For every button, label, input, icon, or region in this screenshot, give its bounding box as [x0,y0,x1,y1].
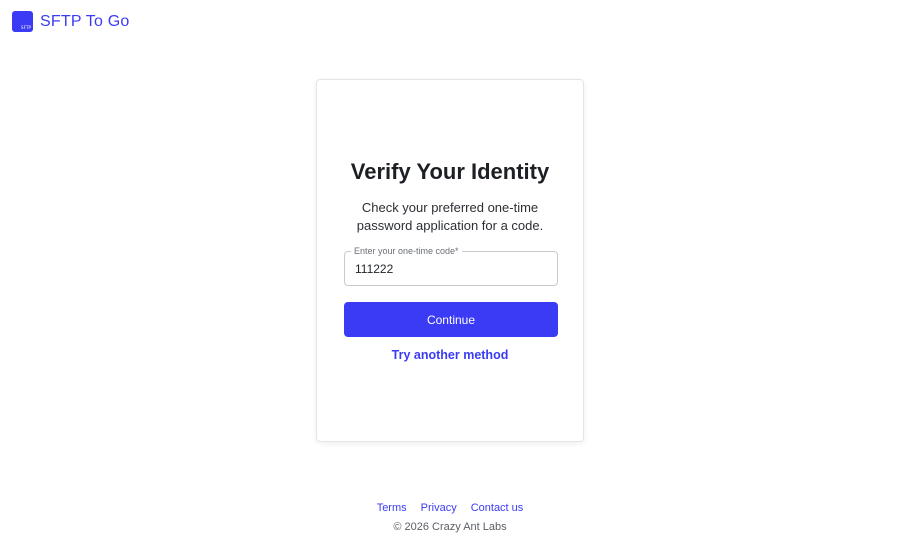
privacy-link[interactable]: Privacy [421,502,457,514]
otp-code-label: Enter your one-time code* [351,246,462,256]
continue-button[interactable]: Continue [344,302,558,337]
sftp-logo-icon[interactable]: SFTP [12,11,33,32]
logo-text: SFTP [20,25,31,30]
otp-code-field: Enter your one-time code* [344,246,558,286]
terms-link[interactable]: Terms [377,502,407,514]
instructions-text: Check your preferred one-time password a… [356,200,544,233]
copyright-text: © 2026 Crazy Ant Labs [393,521,507,533]
brand-link[interactable]: SFTP To Go [40,13,129,31]
otp-code-input[interactable] [345,252,557,285]
contact-us-link[interactable]: Contact us [471,502,524,514]
footer-links: Terms Privacy Contact us [0,502,900,514]
try-another-method-link[interactable]: Try another method [317,348,583,362]
page-title: Verify Your Identity [350,159,550,184]
verify-card: Verify Your Identity Check your preferre… [316,79,584,442]
header: SFTP SFTP To Go [12,11,129,32]
